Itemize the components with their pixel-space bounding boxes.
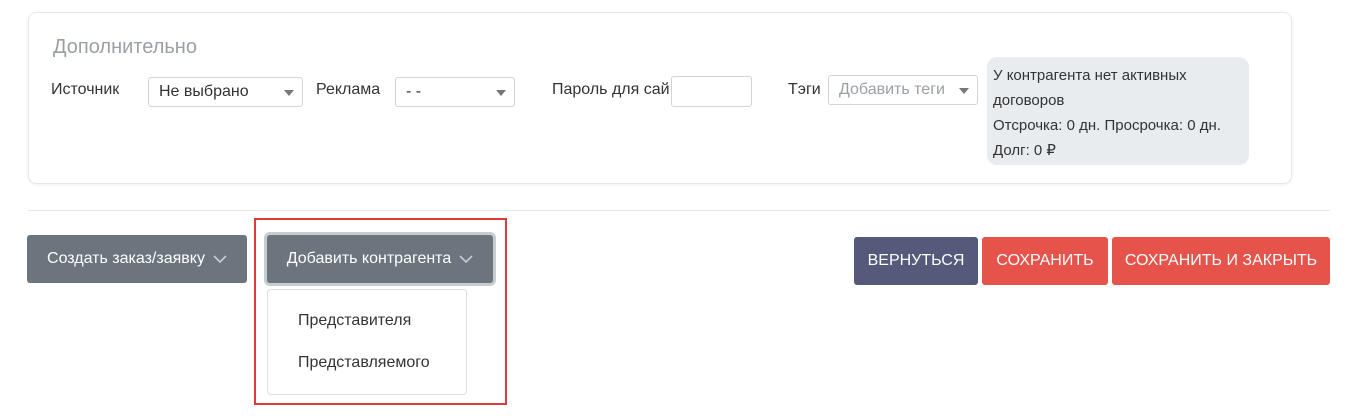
save-label: СОХРАНИТЬ: [996, 252, 1094, 269]
site-password-input[interactable]: [671, 76, 752, 107]
add-counterparty-label: Добавить контрагента: [286, 250, 452, 267]
source-select[interactable]: Не выбрано: [148, 77, 303, 107]
create-order-button[interactable]: Создать заказ/заявку: [27, 235, 247, 283]
menu-item-representative[interactable]: Представителя: [298, 312, 411, 330]
tags-select[interactable]: Добавить теги: [828, 75, 978, 105]
delay-overdue-text: Отсрочка: 0 дн. Просрочка: 0 дн.: [993, 117, 1221, 134]
chevron-down-icon: [213, 254, 227, 264]
menu-item-represented[interactable]: Представляемого: [298, 354, 430, 372]
ad-select-value: - -: [406, 83, 422, 100]
add-counterparty-button[interactable]: Добавить контрагента: [267, 235, 493, 283]
tags-label: Тэги: [788, 81, 821, 98]
ad-label: Реклама: [316, 81, 381, 98]
caret-down-icon: [959, 88, 969, 94]
caret-down-icon: [284, 90, 294, 96]
back-label: ВЕРНУТЬСЯ: [867, 252, 965, 269]
caret-down-icon: [496, 90, 506, 96]
ad-select[interactable]: - -: [395, 77, 515, 107]
contract-status-line1: У контрагента нет активных: [993, 67, 1187, 84]
back-button[interactable]: ВЕРНУТЬСЯ: [854, 237, 978, 285]
save-and-close-label: СОХРАНИТЬ И ЗАКРЫТЬ: [1124, 252, 1318, 269]
source-label: Источник: [51, 81, 120, 98]
debt-text: Долг: 0 ₽: [993, 142, 1056, 159]
chevron-down-icon: [459, 254, 473, 264]
create-order-label: Создать заказ/заявку: [47, 250, 205, 267]
save-and-close-button[interactable]: СОХРАНИТЬ И ЗАКРЫТЬ: [1112, 237, 1330, 285]
divider: [28, 210, 1330, 211]
site-password-label: Пароль для сай: [552, 81, 670, 98]
tags-placeholder: Добавить теги: [839, 81, 945, 98]
contract-status-line2: договоров: [993, 92, 1065, 109]
source-select-value: Не выбрано: [159, 83, 249, 100]
save-button[interactable]: СОХРАНИТЬ: [982, 237, 1108, 285]
contract-info-box: У контрагента нет активных договоров Отс…: [987, 57, 1249, 165]
section-title: Дополнительно: [53, 36, 197, 58]
add-counterparty-menu: Представителя Представляемого: [267, 289, 467, 395]
additional-section: Дополнительно Источник Не выбрано Реклам…: [28, 12, 1292, 184]
